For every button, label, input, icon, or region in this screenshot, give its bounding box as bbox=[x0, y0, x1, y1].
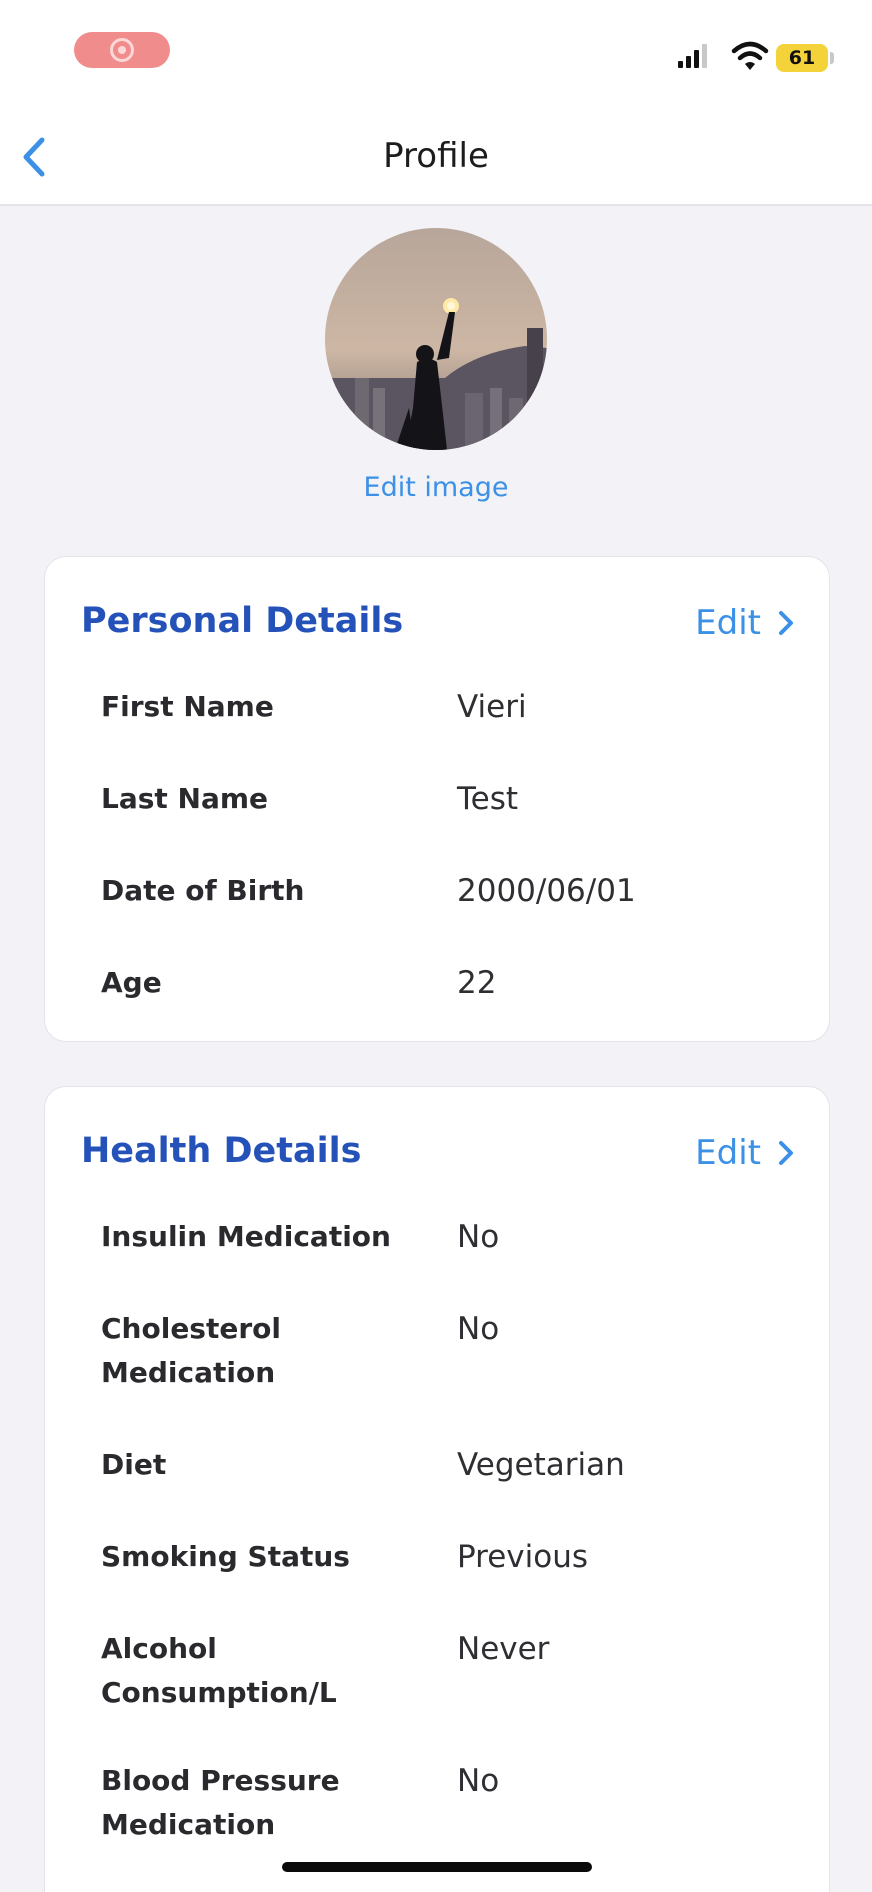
home-indicator[interactable] bbox=[282, 1862, 592, 1872]
detail-value: No bbox=[457, 1219, 500, 1255]
personal-details-header: Personal Details Edit bbox=[81, 593, 795, 649]
edit-personal-details-button[interactable]: Edit bbox=[695, 601, 795, 645]
edit-label: Edit bbox=[695, 1133, 761, 1173]
avatar-photo bbox=[325, 228, 547, 450]
detail-value: No bbox=[457, 1763, 500, 1799]
chevron-right-icon bbox=[779, 611, 793, 635]
section-title: Personal Details bbox=[81, 601, 404, 641]
detail-label: Alcohol Consumption/L bbox=[101, 1632, 337, 1709]
chevron-right-icon bbox=[779, 1141, 793, 1165]
detail-label: Smoking Status bbox=[101, 1540, 350, 1573]
detail-value: Vieri bbox=[457, 689, 527, 725]
wifi-icon bbox=[731, 41, 769, 70]
detail-value: Previous bbox=[457, 1539, 589, 1575]
detail-label: Last Name bbox=[101, 782, 269, 815]
detail-label: Blood Pressure Medication bbox=[101, 1764, 340, 1841]
detail-label: Diet bbox=[101, 1448, 167, 1481]
detail-label: Cholesterol Medication bbox=[101, 1312, 281, 1389]
edit-label: Edit bbox=[695, 603, 761, 643]
detail-value: No bbox=[457, 1311, 500, 1347]
detail-value: 2000/06/01 bbox=[457, 873, 636, 909]
detail-value: Vegetarian bbox=[457, 1447, 625, 1483]
edit-health-details-button[interactable]: Edit bbox=[695, 1131, 795, 1175]
record-indicator-icon[interactable] bbox=[74, 32, 170, 68]
cellular-signal-icon bbox=[678, 44, 707, 68]
battery-cap bbox=[830, 52, 834, 64]
detail-value: 22 bbox=[457, 965, 497, 1001]
detail-label: Insulin Medication bbox=[101, 1220, 391, 1253]
personal-details-card: Personal Details Edit First Name Vieri L… bbox=[44, 556, 830, 1042]
detail-label: Age bbox=[101, 966, 162, 999]
page-title: Profile bbox=[383, 136, 489, 176]
section-title: Health Details bbox=[81, 1131, 362, 1171]
health-details-card: Health Details Edit Insulin Medication N… bbox=[44, 1086, 830, 1892]
edit-image-link[interactable]: Edit image bbox=[0, 470, 872, 506]
detail-label: Date of Birth bbox=[101, 874, 305, 907]
battery-icon: 61 bbox=[776, 44, 828, 72]
detail-value: Never bbox=[457, 1631, 550, 1667]
health-details-header: Health Details Edit bbox=[81, 1123, 795, 1179]
avatar[interactable] bbox=[325, 228, 547, 450]
top-bar: 61 Profile bbox=[0, 0, 872, 206]
detail-value: Test bbox=[457, 781, 519, 817]
detail-label: First Name bbox=[101, 690, 274, 723]
